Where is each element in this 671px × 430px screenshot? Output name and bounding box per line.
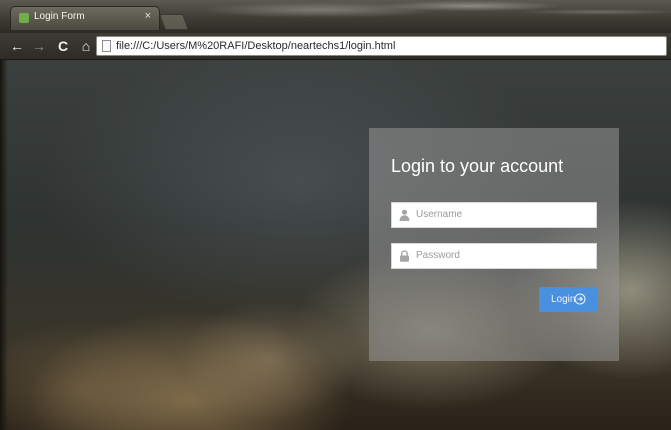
new-tab-button[interactable] [159, 14, 189, 30]
home-icon[interactable]: ⌂ [77, 37, 95, 55]
page-favicon-icon [19, 13, 29, 23]
login-button[interactable]: Login [539, 287, 597, 312]
tab-login-form[interactable]: Login Form × [10, 6, 160, 30]
lock-icon [400, 250, 409, 262]
password-placeholder: Password [416, 250, 460, 261]
browser-window: Login Form × ← → C ⌂ file:///C:/Users/M%… [0, 0, 671, 430]
tab-title: Login Form [34, 11, 85, 22]
login-title: Login to your account [391, 156, 564, 176]
tab-strip: Login Form × [0, 0, 671, 33]
window-edge-shadow [0, 60, 8, 430]
page-icon [102, 40, 111, 52]
username-input[interactable]: Username [391, 202, 597, 228]
back-arrow-icon[interactable]: ← [8, 37, 26, 55]
page-background: Login to your account Username Password … [0, 60, 671, 430]
tab-close-icon[interactable]: × [145, 10, 151, 22]
login-panel: Login to your account Username Password … [369, 128, 619, 361]
password-input[interactable]: Password [391, 243, 597, 269]
user-icon [399, 209, 410, 221]
login-button-label: Login [551, 294, 576, 305]
forward-arrow-icon[interactable]: → [30, 37, 48, 55]
username-placeholder: Username [416, 209, 463, 220]
url-text[interactable]: file:///C:/Users/M%20RAFI/Desktop/nearte… [116, 40, 395, 52]
address-bar[interactable]: file:///C:/Users/M%20RAFI/Desktop/nearte… [96, 36, 667, 56]
reload-icon[interactable]: C [54, 37, 72, 55]
arrow-right-circle-icon [574, 293, 586, 305]
browser-toolbar: ← → C ⌂ file:///C:/Users/M%20RAFI/Deskto… [0, 33, 671, 60]
